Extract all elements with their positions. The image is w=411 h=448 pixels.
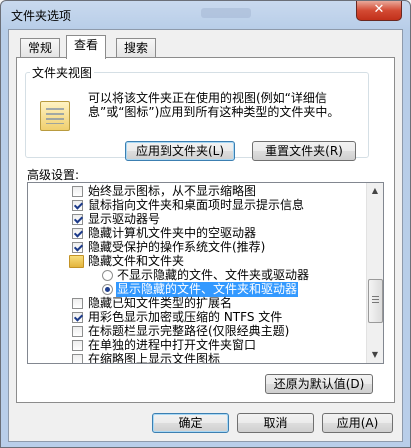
folder-icon [69,255,84,268]
advanced-settings-label: 高级设置: [27,168,80,182]
restore-defaults-button[interactable]: 还原为默认值(D) [265,374,373,394]
setting-label: 隐藏计算机文件夹中的空驱动器 [88,226,257,240]
apply-button[interactable]: 应用(A) [322,413,393,433]
setting-label: 鼠标指向文件夹和桌面项时显示提示信息 [88,198,305,212]
cancel-button[interactable]: 取消 [237,413,314,433]
scroll-up-icon[interactable]: ▲ [367,183,383,199]
folder-view-icon [40,101,70,131]
vertical-scrollbar[interactable]: ▲ ▼ [366,183,383,363]
checkbox[interactable] [72,298,83,309]
tab-general-label: 常规 [28,41,53,55]
setting-label: 显示驱动器号 [88,212,161,226]
scrollbar-thumb[interactable] [368,279,383,323]
dialog-body: 常规 查看 搜索 文件夹视图 可以将该文件夹正在使用的视图(例如“详细信息”或“… [8,29,403,442]
setting-label: 隐藏文件和文件夹 [88,254,185,268]
title-bar-blurred-area [201,8,251,18]
radio-button[interactable] [102,270,113,281]
folder-views-description: 可以将该文件夹正在使用的视图(例如“详细信息”或“图标”)应用到所有这种类型的文… [88,91,340,119]
title-bar[interactable]: 文件夹选项 ✕ [1,1,410,29]
close-icon: ✕ [373,2,385,17]
checkbox[interactable] [72,242,83,253]
close-button[interactable]: ✕ [356,1,402,21]
setting-label: 隐藏受保护的操作系统文件(推荐) [88,240,266,254]
checkbox[interactable] [72,326,83,337]
tab-search[interactable]: 搜索 [116,38,157,58]
window-title: 文件夹选项 [11,9,72,23]
setting-label: 隐藏已知文件类型的扩展名 [88,296,233,310]
setting-label: 在缩略图上显示文件图标 [88,352,221,364]
folder-options-window: 文件夹选项 ✕ 常规 查看 搜索 文件夹视图 可以将该文件夹正在使用的视图(例如… [0,0,411,448]
setting-label: 在标题栏显示完整路径(仅限经典主题) [88,324,290,338]
tab-search-label: 搜索 [124,41,149,55]
scroll-down-icon[interactable]: ▼ [367,347,383,363]
checkbox[interactable] [72,340,83,351]
setting-label: 不显示隐藏的文件、文件夹或驱动器 [117,268,310,282]
checkbox[interactable] [72,186,83,197]
checkbox[interactable] [72,200,83,211]
folder-views-legend: 文件夹视图 [32,66,93,80]
radio-button[interactable] [102,284,113,295]
setting-label: 在单独的进程中打开文件夹窗口 [88,338,257,352]
view-tab-panel: 文件夹视图 可以将该文件夹正在使用的视图(例如“详细信息”或“图标”)应用到所有… [16,57,395,403]
checkbox[interactable] [72,354,83,363]
advanced-settings-list[interactable]: 始终显示图标，从不显示缩略图 鼠标指向文件夹和桌面项时显示提示信息 显示驱动器号… [27,182,384,364]
checkbox[interactable] [72,214,83,225]
checkbox[interactable] [72,228,83,239]
tab-view[interactable]: 查看 [66,35,107,59]
apply-to-folders-button[interactable]: 应用到文件夹(L) [125,141,235,161]
setting-label: 显示隐藏的文件、文件夹和驱动器 [116,282,299,297]
setting-label: 用彩色显示加密或压缩的 NTFS 文件 [88,310,283,324]
checkbox[interactable] [72,312,83,323]
setting-label: 始终显示图标，从不显示缩略图 [88,184,257,198]
ok-button[interactable]: 确定 [152,413,229,433]
folder-views-group: 文件夹视图 可以将该文件夹正在使用的视图(例如“详细信息”或“图标”)应用到所有… [25,64,369,161]
reset-folders-button[interactable]: 重置文件夹(R) [252,141,356,161]
tab-general[interactable]: 常规 [20,38,61,58]
tab-view-label: 查看 [74,38,99,52]
